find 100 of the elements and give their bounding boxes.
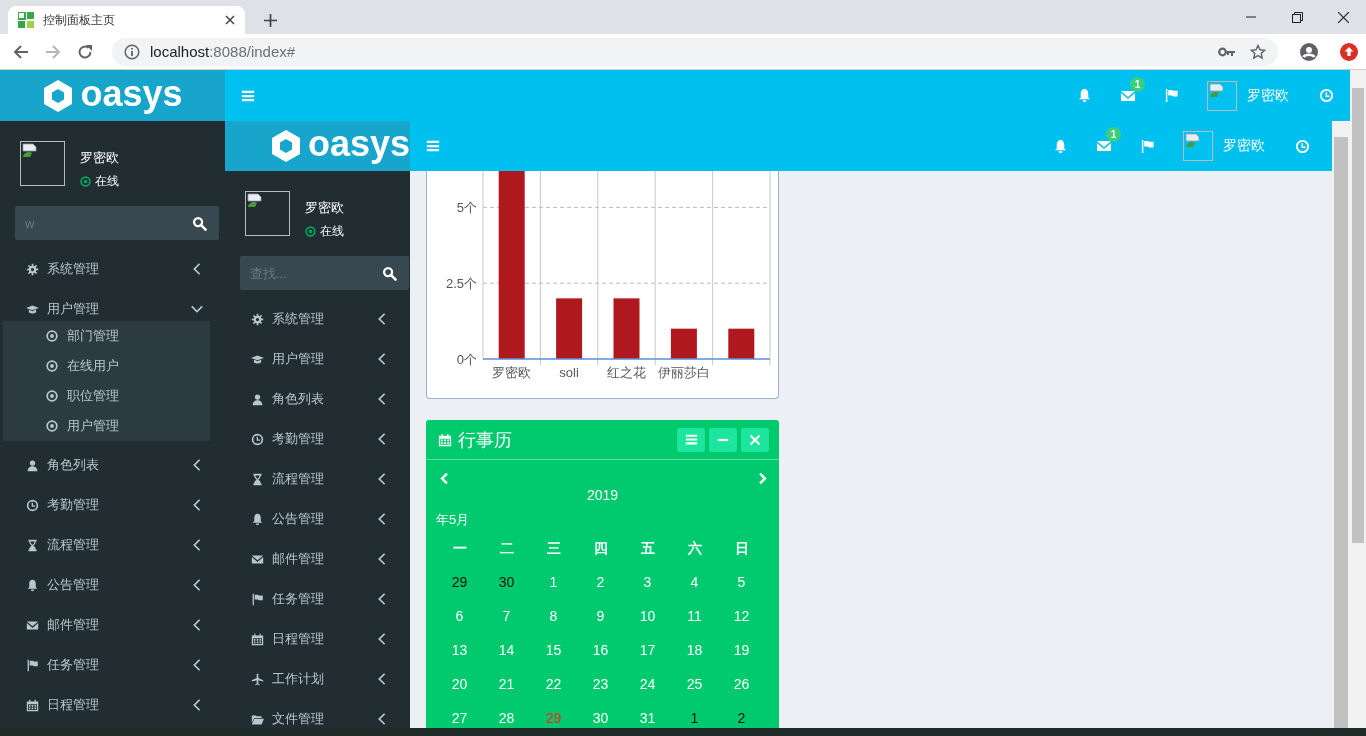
calendar-day[interactable]: 14 bbox=[498, 633, 515, 667]
clock-icon bbox=[26, 498, 39, 512]
mail-button[interactable]: 1 bbox=[1106, 70, 1150, 121]
calendar-day[interactable]: 22 bbox=[545, 667, 562, 701]
weekday-label: 五 bbox=[640, 539, 655, 558]
menu-button[interactable] bbox=[677, 427, 705, 452]
submenu-item[interactable]: 用户管理 bbox=[3, 411, 210, 441]
clock-icon bbox=[1295, 138, 1310, 154]
search-field[interactable]: w bbox=[15, 206, 219, 240]
calendar-day[interactable]: 20 bbox=[451, 667, 468, 701]
calendar-day[interactable]: 12 bbox=[733, 599, 750, 633]
hourglass-icon bbox=[251, 472, 264, 486]
star-icon[interactable] bbox=[1250, 43, 1266, 60]
menu-item[interactable]: 文件管理 bbox=[225, 699, 410, 728]
scrollbar[interactable] bbox=[1350, 70, 1366, 728]
collapse-button[interactable] bbox=[709, 427, 737, 452]
search-icon bbox=[382, 265, 397, 281]
submenu-item[interactable]: 在线用户 bbox=[3, 351, 210, 381]
calendar-day[interactable]: 25 bbox=[686, 667, 703, 701]
calendar-day[interactable]: 1 bbox=[690, 701, 699, 728]
user-menu[interactable]: 罗密欧 bbox=[1193, 70, 1305, 121]
calendar-day[interactable]: 30 bbox=[592, 701, 609, 728]
calendar-day[interactable]: 21 bbox=[498, 667, 515, 701]
minimize-icon bbox=[1246, 16, 1256, 18]
menu-item[interactable]: 邮件管理 bbox=[225, 539, 410, 579]
calendar-day[interactable]: 29 bbox=[451, 565, 468, 599]
online-dot-icon bbox=[80, 176, 91, 187]
calendar-day[interactable]: 6 bbox=[455, 599, 464, 633]
previous-month-button[interactable] bbox=[438, 472, 451, 485]
flag-icon bbox=[1164, 88, 1179, 103]
scrollbar[interactable] bbox=[1332, 121, 1350, 728]
calendar-day[interactable]: 8 bbox=[549, 599, 558, 633]
calendar-day[interactable]: 15 bbox=[545, 633, 562, 667]
browser-tab[interactable]: 控制面板主页 bbox=[8, 6, 245, 34]
mail-button[interactable]: 1 bbox=[1082, 121, 1126, 171]
menu-icon bbox=[684, 433, 698, 446]
key-icon[interactable] bbox=[1218, 46, 1236, 57]
calendar-day[interactable]: 1 bbox=[549, 565, 558, 599]
calendar-day[interactable]: 23 bbox=[592, 667, 609, 701]
calendar-day[interactable]: 18 bbox=[686, 633, 703, 667]
calendar-day[interactable]: 3 bbox=[643, 565, 652, 599]
calendar-day[interactable]: 13 bbox=[451, 633, 468, 667]
calendar-day[interactable]: 24 bbox=[639, 667, 656, 701]
calendar-day[interactable]: 7 bbox=[502, 599, 511, 633]
calendar-day[interactable]: 17 bbox=[639, 633, 656, 667]
weekday-label: 日 bbox=[734, 539, 749, 558]
menu-item[interactable]: 系统管理 bbox=[0, 249, 225, 289]
menu-item[interactable]: 公告管理 bbox=[0, 565, 225, 605]
menu-item[interactable]: 工作计划 bbox=[225, 659, 410, 699]
menu-item[interactable]: 角色列表 bbox=[225, 379, 410, 419]
calendar-day[interactable]: 28 bbox=[498, 701, 515, 728]
submenu-item[interactable]: 职位管理 bbox=[3, 381, 210, 411]
calendar-day[interactable]: 31 bbox=[639, 701, 656, 728]
calendar-day[interactable]: 29 bbox=[545, 701, 562, 728]
menu-item[interactable]: 任务管理 bbox=[225, 579, 410, 619]
calendar-day[interactable]: 5 bbox=[737, 565, 746, 599]
search-input[interactable]: w bbox=[15, 215, 180, 231]
calendar-day[interactable]: 4 bbox=[690, 565, 699, 599]
calendar-day[interactable]: 9 bbox=[596, 599, 605, 633]
calendar-day[interactable]: 19 bbox=[733, 633, 750, 667]
restore-icon bbox=[1291, 11, 1303, 23]
close-icon[interactable] bbox=[225, 15, 235, 25]
sidebar-toggle[interactable] bbox=[241, 88, 255, 103]
menu-item[interactable]: 公告管理 bbox=[225, 499, 410, 539]
calendar-icon bbox=[251, 632, 264, 646]
broken-image-icon bbox=[22, 143, 38, 159]
calendar-day[interactable]: 16 bbox=[592, 633, 609, 667]
sidebar-toggle[interactable] bbox=[426, 139, 440, 153]
menu-item[interactable]: 系统管理 bbox=[225, 299, 410, 339]
menu-item[interactable]: 邮件管理 bbox=[0, 605, 225, 645]
weekday-label: 二 bbox=[499, 539, 514, 558]
address-bar[interactable]: localhost:8088/index# bbox=[112, 37, 1278, 66]
update-icon[interactable] bbox=[1340, 42, 1358, 61]
menu-item[interactable]: 考勤管理 bbox=[225, 419, 410, 459]
next-month-button[interactable] bbox=[756, 472, 769, 485]
menu-item[interactable]: 任务管理 bbox=[0, 645, 225, 685]
close-button[interactable] bbox=[741, 427, 769, 452]
url-host: localhost bbox=[150, 43, 210, 60]
menu-item[interactable]: 日程管理 bbox=[225, 619, 410, 659]
hourglass-icon bbox=[26, 538, 39, 552]
calendar-day[interactable]: 10 bbox=[639, 599, 656, 633]
bar bbox=[613, 298, 640, 359]
weekday-label: 四 bbox=[593, 539, 608, 558]
calendar-day[interactable]: 2 bbox=[596, 565, 605, 599]
menu-item[interactable]: 流程管理 bbox=[225, 459, 410, 499]
calendar-day[interactable]: 30 bbox=[498, 565, 515, 599]
calendar-day[interactable]: 27 bbox=[451, 701, 468, 728]
menu-item[interactable]: 用户管理 bbox=[225, 339, 410, 379]
calendar-day[interactable]: 11 bbox=[687, 599, 702, 633]
calendar-day[interactable]: 26 bbox=[733, 667, 750, 701]
user-menu[interactable]: 罗密欧 bbox=[1169, 121, 1281, 171]
menu-item[interactable]: 角色列表 bbox=[0, 445, 225, 485]
gear-icon bbox=[26, 262, 39, 276]
profile-icon[interactable] bbox=[1300, 42, 1318, 61]
calendar-day[interactable]: 2 bbox=[737, 701, 746, 728]
menu-item[interactable]: 日程管理 bbox=[0, 685, 225, 725]
info-icon[interactable] bbox=[124, 43, 140, 60]
menu-item[interactable]: 考勤管理 bbox=[0, 485, 225, 525]
menu-item[interactable]: 流程管理 bbox=[0, 525, 225, 565]
hexagon-logo-icon bbox=[42, 79, 75, 112]
